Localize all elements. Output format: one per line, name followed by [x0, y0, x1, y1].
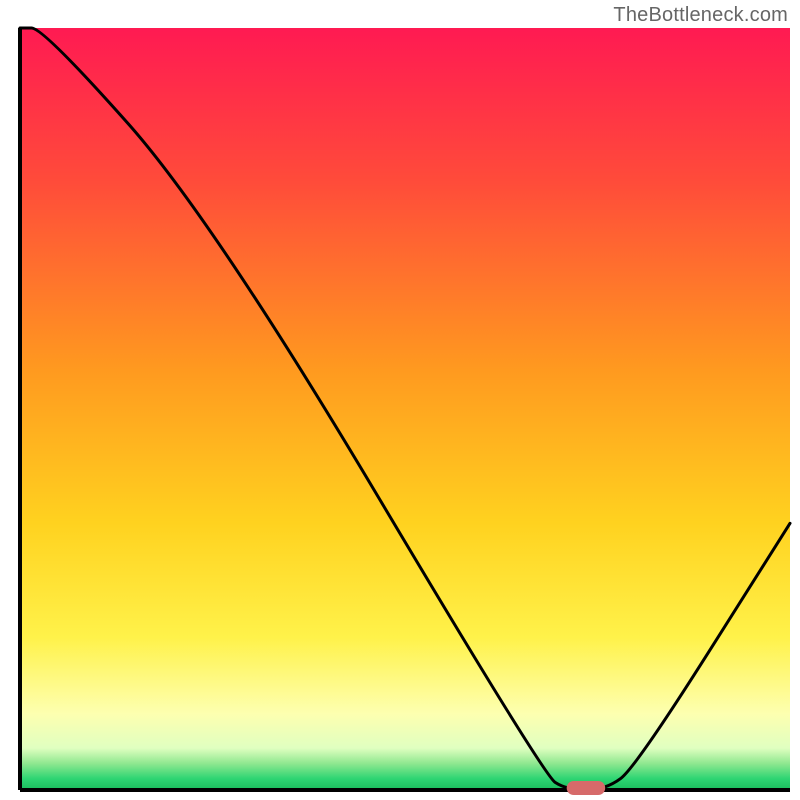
bottleneck-chart: TheBottleneck.com — [0, 0, 800, 800]
optimal-marker — [567, 781, 606, 795]
plot-background — [20, 28, 790, 790]
chart-canvas — [0, 0, 800, 800]
watermark-text: TheBottleneck.com — [613, 4, 788, 27]
